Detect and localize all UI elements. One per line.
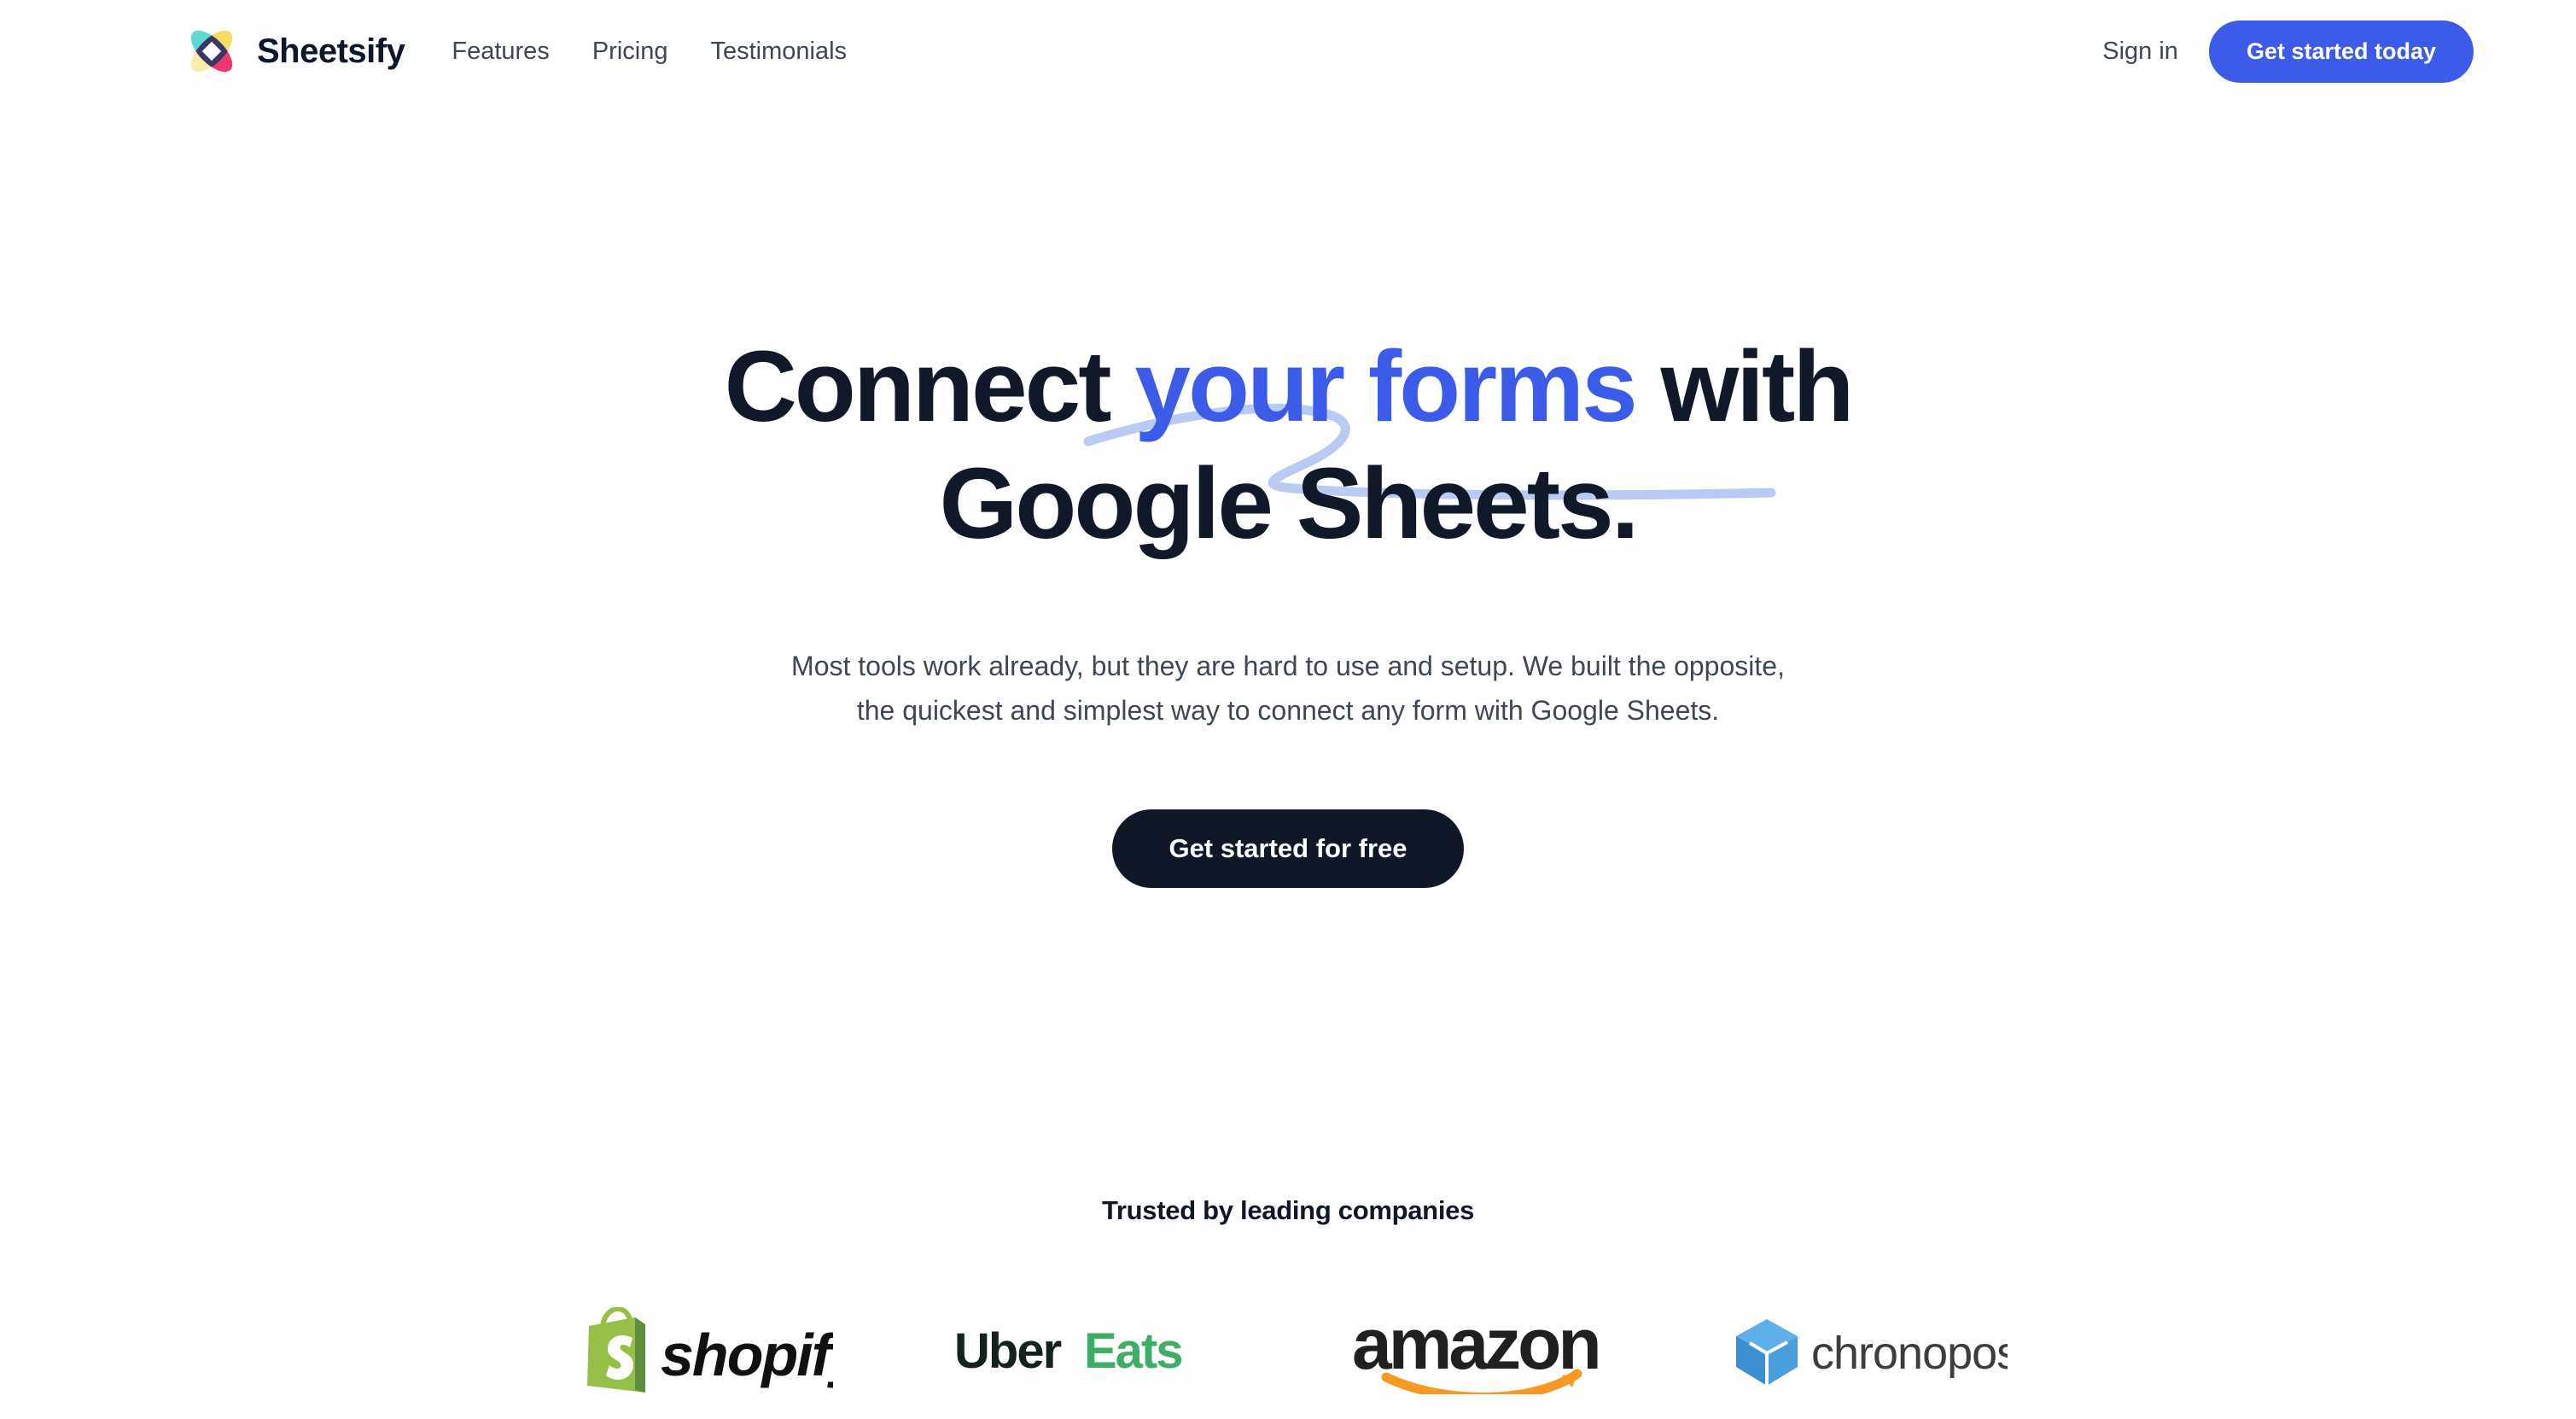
- logo-shopify: shopify: [568, 1305, 833, 1399]
- page-title: Connect your forms with Google Sheets.: [0, 329, 2576, 563]
- subhead-line-1: Most tools work already, but they are ha…: [791, 651, 1785, 681]
- ubereats-logo-icon: Uber Eats: [954, 1323, 1184, 1379]
- headline-part-1: Connect: [724, 330, 1135, 443]
- company-logos-row: shopify Uber Eats amazon: [0, 1305, 2576, 1399]
- logo-amazon: amazon: [1349, 1305, 1613, 1399]
- headline-part-2: with: [1635, 330, 1854, 443]
- sheetsify-petal-logo-icon: [184, 23, 240, 79]
- trusted-by-title: Trusted by leading companies: [1101, 1195, 1475, 1225]
- nav-item-testimonials[interactable]: Testimonials: [710, 38, 847, 66]
- shopify-logo-icon: shopify: [587, 1307, 833, 1393]
- amazon-logo-icon: amazon: [1352, 1309, 1602, 1394]
- brand-logo-link[interactable]: Sheetsify: [184, 23, 405, 79]
- svg-text:shopify: shopify: [661, 1322, 833, 1388]
- chronopost-logo-icon: chronopost: [1736, 1319, 2008, 1386]
- svg-text:Eats: Eats: [1084, 1323, 1182, 1379]
- site-header: Sheetsify Features Pricing Testimonials …: [0, 0, 2576, 102]
- headline-line-2: Google Sheets.: [939, 447, 1640, 560]
- svg-text:chronopost: chronopost: [1811, 1328, 2008, 1379]
- hero-headline-block: Connect your forms with Google Sheets.: [0, 329, 2576, 563]
- logo-chronopost: chronopost: [1734, 1305, 2008, 1399]
- logo-ubereats: Uber Eats: [954, 1305, 1227, 1399]
- hero-cta-wrapper: Get started for free: [0, 809, 2576, 888]
- nav-item-pricing[interactable]: Pricing: [592, 38, 668, 66]
- subhead-line-2: the quickest and simplest way to connect…: [856, 694, 1720, 726]
- nav-item-features[interactable]: Features: [452, 38, 549, 66]
- header-actions: Sign in Get started today: [2102, 20, 2474, 83]
- get-started-for-free-button[interactable]: Get started for free: [1112, 809, 1464, 888]
- landing-page: Sheetsify Features Pricing Testimonials …: [0, 0, 2576, 1419]
- main-nav: Features Pricing Testimonials: [452, 38, 847, 66]
- sign-in-link[interactable]: Sign in: [2102, 38, 2178, 66]
- hero-subheading: Most tools work already, but they are ha…: [0, 645, 2576, 733]
- svg-text:amazon: amazon: [1352, 1309, 1599, 1384]
- brand-name: Sheetsify: [257, 32, 405, 70]
- get-started-today-button[interactable]: Get started today: [2208, 20, 2474, 83]
- svg-text:Uber: Uber: [954, 1323, 1062, 1379]
- headline-accent: your forms: [1134, 330, 1637, 443]
